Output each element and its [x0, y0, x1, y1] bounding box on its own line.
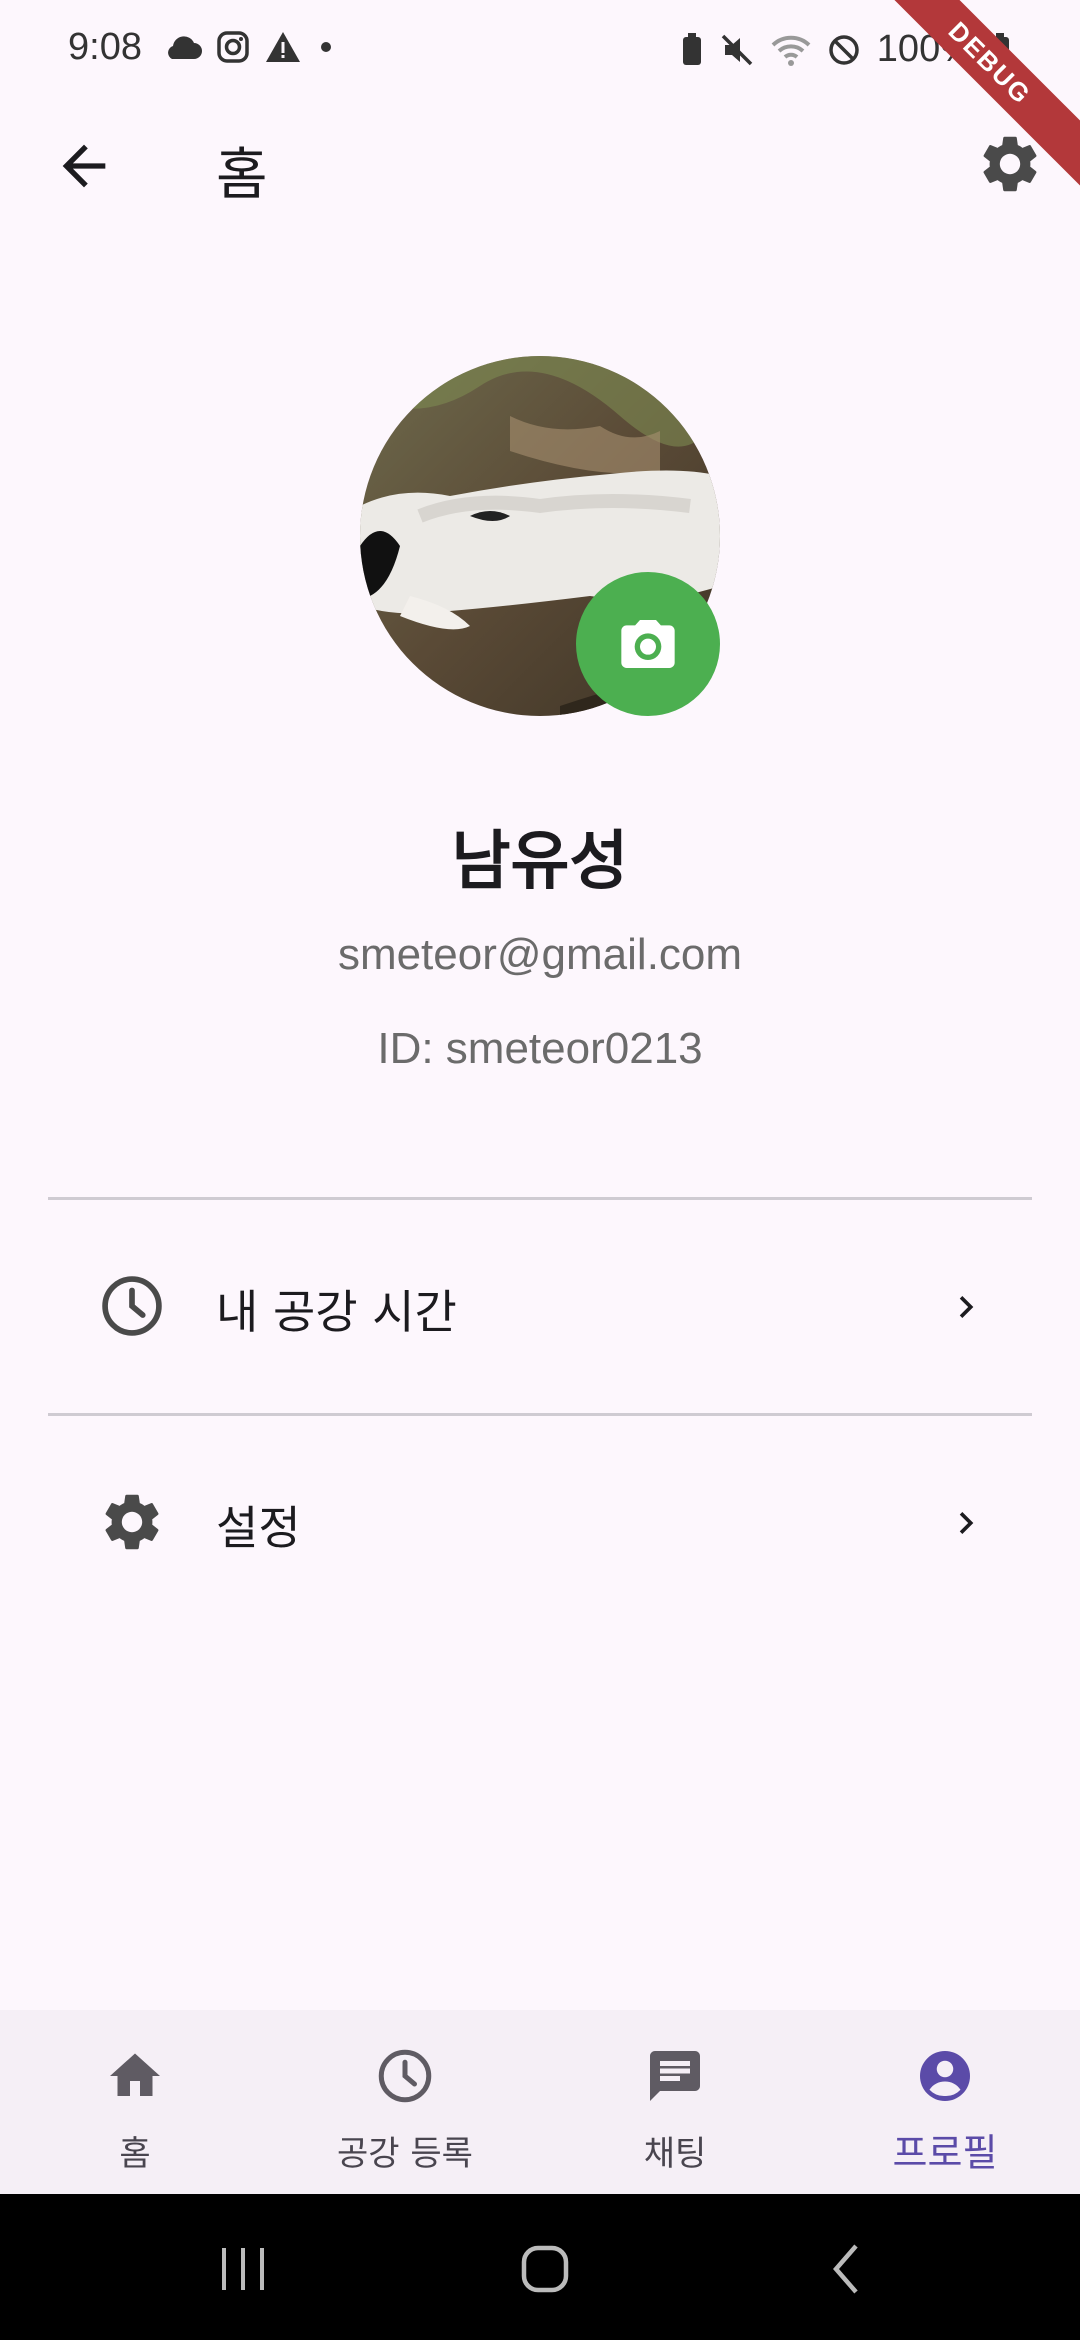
home-button-icon[interactable]	[510, 2234, 580, 2304]
nav-item-register-free-time[interactable]: 공강 등록	[270, 2010, 540, 2194]
change-photo-button[interactable]	[576, 572, 720, 716]
chat-icon	[650, 2051, 700, 2101]
menu-item-label: 내 공강 시간	[216, 1285, 457, 1339]
status-time: 9:08	[68, 26, 142, 68]
profile-id: ID: smeteor0213	[377, 1024, 703, 1073]
do-not-disturb-icon	[829, 34, 859, 65]
wifi-icon	[771, 35, 811, 66]
status-notification-icons	[162, 30, 336, 64]
battery-saver-icon	[682, 32, 701, 65]
menu-item-label: 설정	[216, 1501, 301, 1555]
menu-item-settings[interactable]: 설정	[0, 1416, 1080, 1626]
app-bar: 홈	[0, 100, 1080, 230]
profile-avatar-section	[360, 356, 720, 716]
recent-apps-icon[interactable]	[208, 2234, 278, 2304]
page-title: 홈	[216, 143, 268, 208]
warning-icon	[266, 32, 300, 62]
status-bar: 9:08 100% DEBUG	[0, 0, 1080, 193]
system-navigation-bar	[0, 2194, 1080, 2340]
nav-item-label: 공강 등록	[337, 2134, 473, 2174]
back-nav-icon[interactable]	[812, 2234, 882, 2304]
bottom-navigation: 홈 공강 등록 채팅 프로필	[0, 2010, 1080, 2194]
nav-item-home[interactable]: 홈	[0, 2010, 270, 2194]
menu-item-free-time[interactable]: 내 공강 시간	[0, 1200, 1080, 1410]
back-button[interactable]	[52, 134, 116, 198]
profile-name: 남유성	[451, 825, 629, 899]
settings-button[interactable]	[976, 130, 1044, 198]
profile-icon	[920, 2051, 970, 2101]
gear-icon	[983, 136, 1037, 192]
cloud-icon	[168, 36, 202, 59]
clock-icon	[102, 1276, 162, 1336]
clock-icon	[378, 2049, 432, 2103]
chevron-right-icon	[959, 1512, 974, 1534]
nav-item-label: 프로필	[892, 2131, 998, 2175]
profile-email: smeteor@gmail.com	[337, 930, 743, 979]
dot-icon	[321, 42, 331, 52]
nav-item-label: 홈	[119, 2134, 151, 2174]
nav-item-chat[interactable]: 채팅	[540, 2010, 810, 2194]
nav-item-profile[interactable]: 프로필	[810, 2010, 1080, 2194]
mute-icon	[721, 34, 753, 65]
nav-item-label: 채팅	[643, 2134, 707, 2174]
camera-icon	[621, 620, 675, 668]
back-arrow-icon	[62, 144, 106, 188]
home-icon	[110, 2053, 160, 2096]
gear-icon	[105, 1494, 159, 1550]
chevron-right-icon	[959, 1296, 974, 1318]
instagram-icon	[217, 31, 249, 63]
